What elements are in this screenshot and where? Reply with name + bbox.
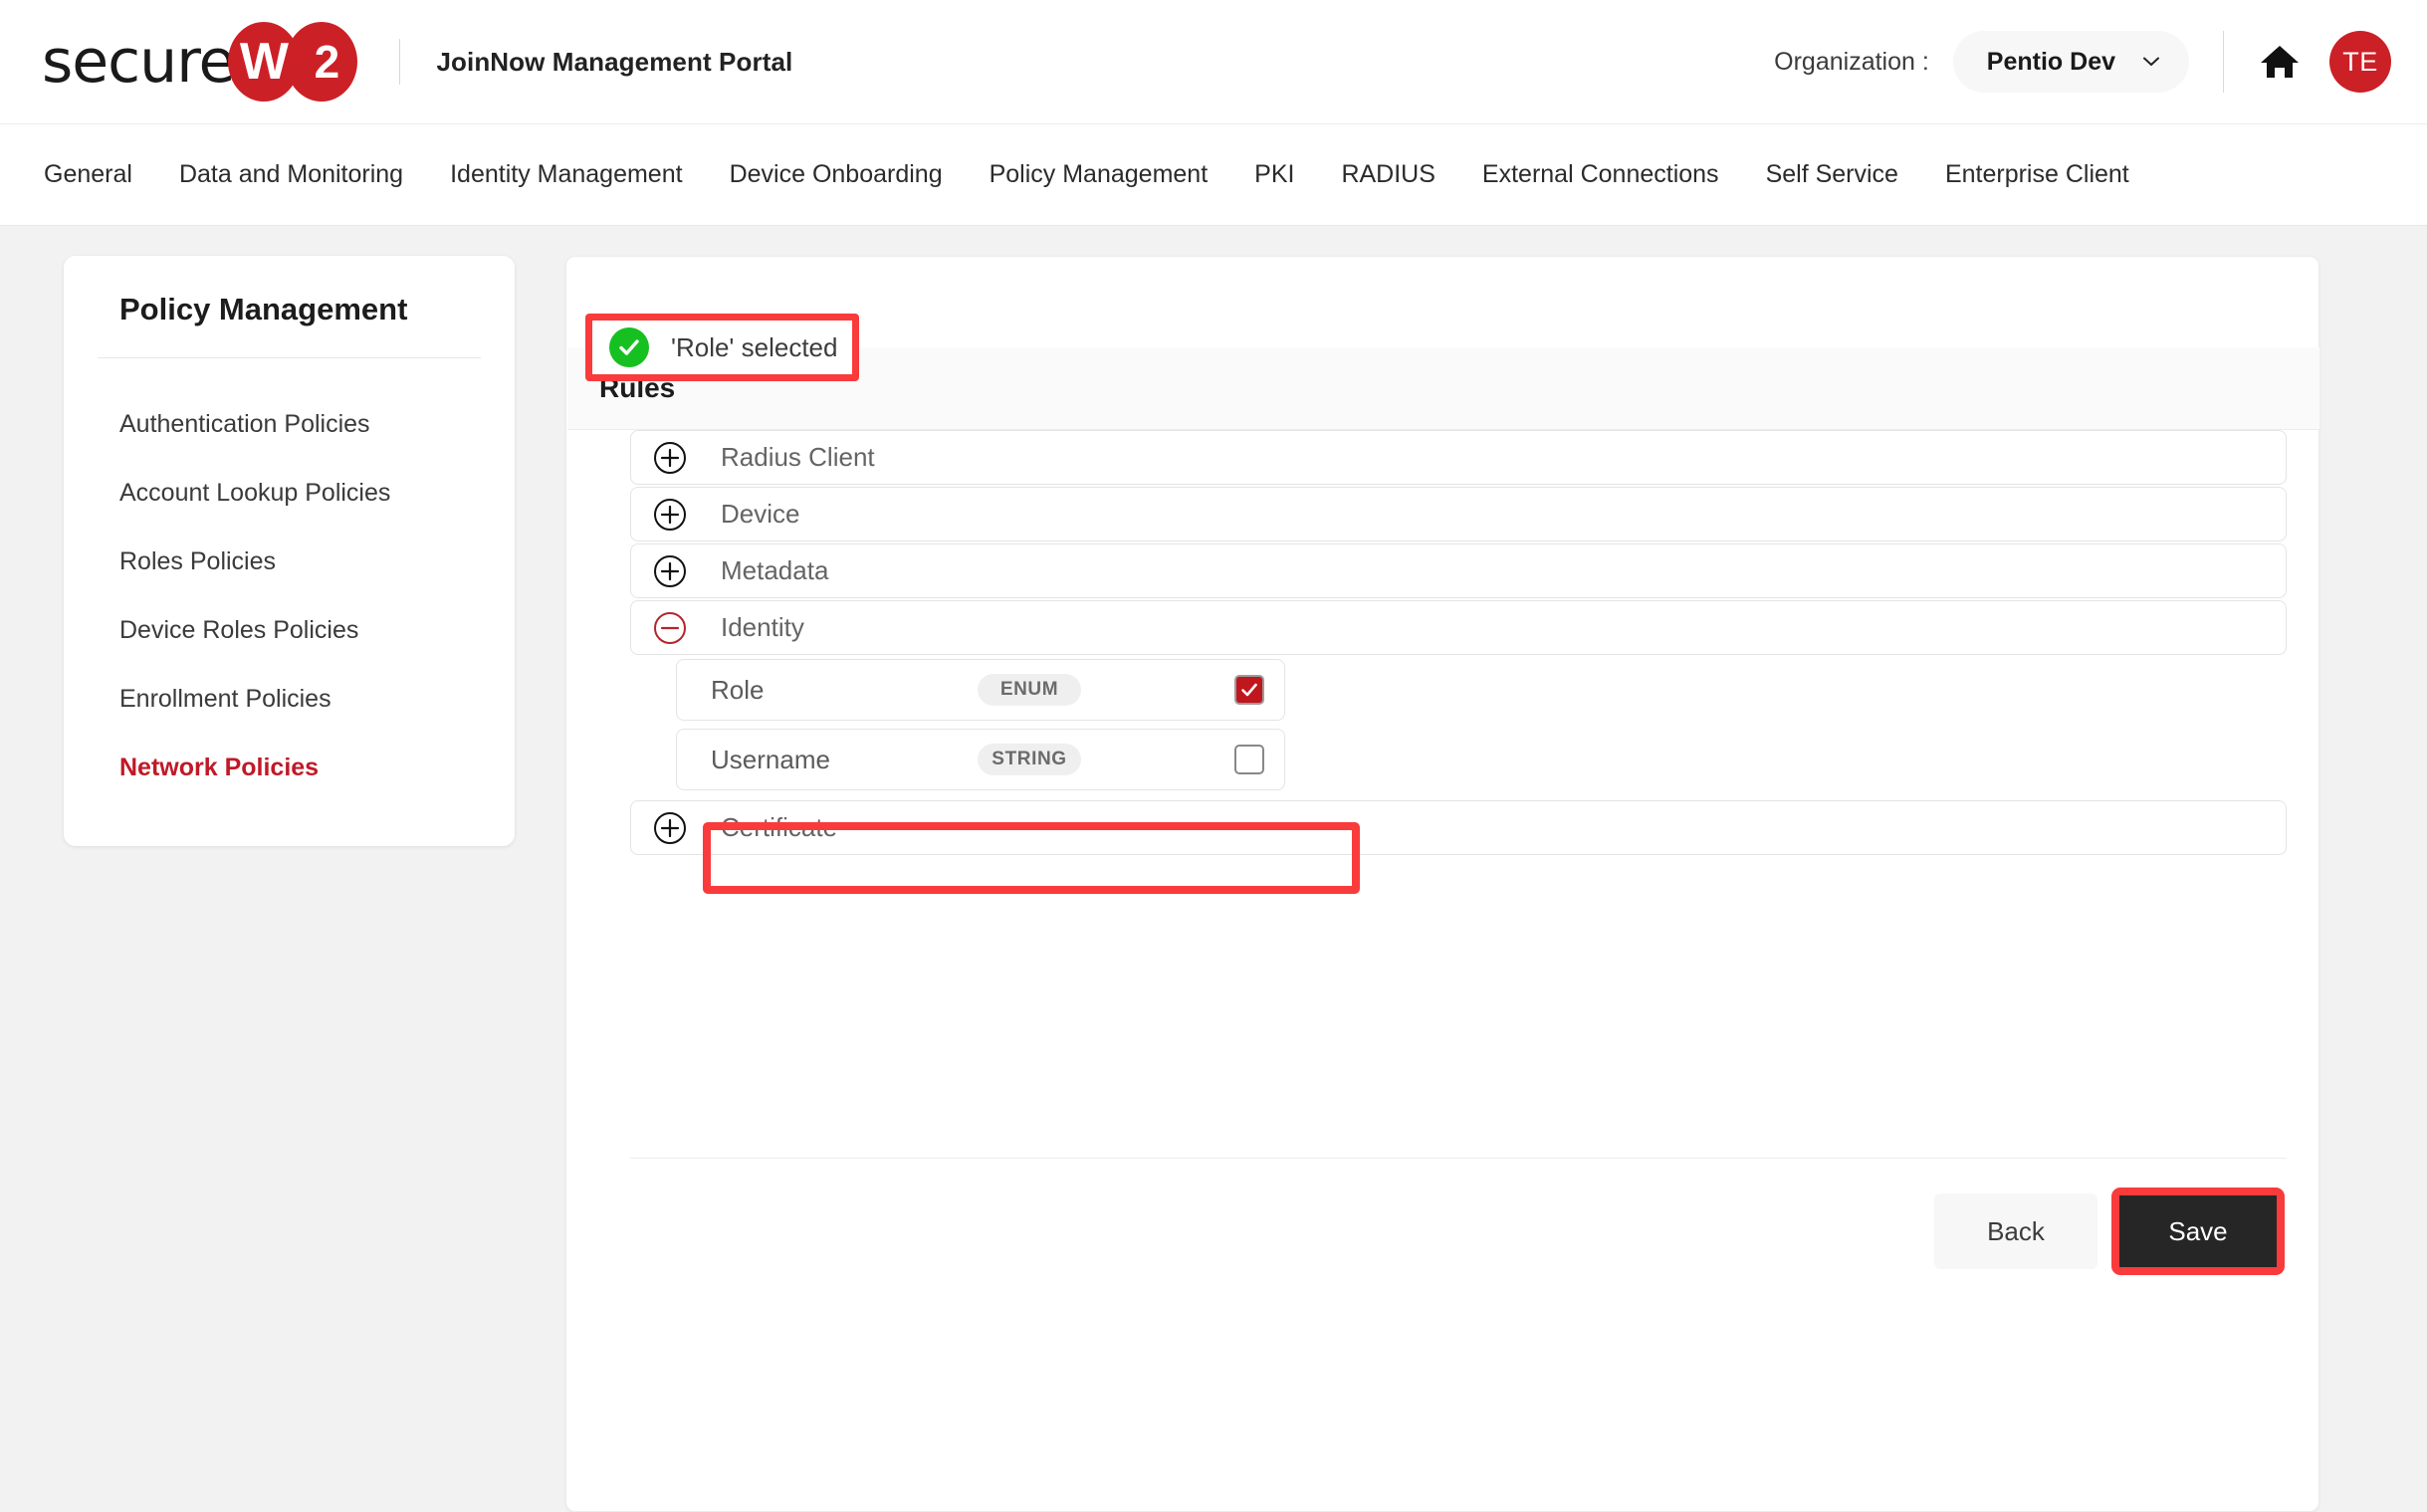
organization-value: Pentio Dev: [1987, 48, 2115, 77]
sidebar-item-authentication-policies[interactable]: Authentication Policies: [64, 390, 515, 459]
chevron-down-icon: [2141, 52, 2161, 72]
back-button[interactable]: Back: [1934, 1193, 2097, 1269]
attribute-checkbox-wrap: [1232, 745, 1266, 774]
nav-item-pki[interactable]: PKI: [1254, 160, 1294, 189]
accordion-identity[interactable]: Identity: [630, 600, 2287, 655]
attribute-row-username[interactable]: Username STRING: [676, 729, 1285, 790]
accordion-device[interactable]: Device: [630, 487, 2287, 541]
nav-item-self-service[interactable]: Self Service: [1766, 160, 1898, 189]
nav-item-device-onboarding[interactable]: Device Onboarding: [730, 160, 943, 189]
sidebar-title: Policy Management: [64, 292, 515, 327]
sidebar-item-enrollment-policies[interactable]: Enrollment Policies: [64, 665, 515, 734]
nav-item-enterprise-client[interactable]: Enterprise Client: [1945, 160, 2129, 189]
header-divider-2: [2223, 31, 2224, 93]
save-button[interactable]: Save: [2119, 1195, 2277, 1267]
plus-circle-icon: [653, 811, 687, 845]
organization-label: Organization :: [1774, 48, 1929, 77]
nav-item-external-connections[interactable]: External Connections: [1482, 160, 1719, 189]
user-avatar[interactable]: TE: [2329, 31, 2391, 93]
header-divider: [399, 39, 400, 85]
sidebar-item-device-roles-policies[interactable]: Device Roles Policies: [64, 596, 515, 665]
minus-circle-icon: [653, 611, 687, 645]
attribute-checkbox-role[interactable]: [1234, 675, 1264, 705]
accordion-certificate[interactable]: Certificate: [630, 800, 2287, 855]
accordion-label: Radius Client: [721, 442, 875, 473]
spacer: [566, 721, 2320, 729]
plus-circle-icon: [653, 441, 687, 475]
logo-letter-w: W: [228, 22, 300, 102]
sidebar-divider: [98, 357, 481, 358]
nav-item-policy-management[interactable]: Policy Management: [990, 160, 1209, 189]
nav-item-data-and-monitoring[interactable]: Data and Monitoring: [179, 160, 403, 189]
spacer: [566, 790, 2320, 800]
attribute-type-badge: ENUM: [978, 674, 1081, 706]
accordion-metadata[interactable]: Metadata: [630, 543, 2287, 598]
logo-wordmark: secure: [42, 32, 234, 92]
accordion-label: Certificate: [721, 812, 837, 843]
rules-accordion-list: Radius Client Device Metadata: [566, 430, 2320, 855]
success-alert-text: 'Role' selected: [671, 332, 837, 363]
attribute-label: Username: [711, 745, 978, 775]
attribute-checkbox-username[interactable]: [1234, 745, 1264, 774]
nav-item-general[interactable]: General: [44, 160, 132, 189]
accordion-label: Device: [721, 499, 799, 530]
accordion-radius-client[interactable]: Radius Client: [630, 430, 2287, 485]
organization-selector[interactable]: Pentio Dev: [1953, 31, 2189, 93]
portal-title: JoinNow Management Portal: [436, 47, 792, 78]
footer-actions: Back Save: [1934, 1188, 2285, 1275]
attribute-label: Role: [711, 675, 978, 706]
app-header: secure W 2 JoinNow Management Portal Org…: [0, 0, 2427, 123]
nav-item-identity-management[interactable]: Identity Management: [450, 160, 682, 189]
rules-card: Rules Radius Client Device: [565, 256, 2319, 1512]
rules-title: Rules: [599, 372, 675, 404]
attribute-checkbox-wrap: [1232, 675, 1266, 705]
sidebar-item-network-policies[interactable]: Network Policies: [64, 734, 515, 802]
save-button-highlight: Save: [2111, 1188, 2285, 1275]
attribute-type-badge: STRING: [978, 744, 1081, 775]
main-navigation: General Data and Monitoring Identity Man…: [0, 123, 2427, 226]
accordion-label: Identity: [721, 612, 804, 643]
success-alert: 'Role' selected: [591, 320, 853, 375]
policy-sidebar: Policy Management Authentication Policie…: [64, 256, 515, 846]
plus-circle-icon: [653, 498, 687, 532]
footer-divider: [630, 1158, 2287, 1159]
page-body: Policy Management Authentication Policie…: [0, 226, 2427, 1328]
sidebar-item-roles-policies[interactable]: Roles Policies: [64, 528, 515, 596]
home-icon[interactable]: [2258, 40, 2302, 84]
header-right-group: Organization : Pentio Dev TE: [1774, 31, 2391, 93]
logo-badge: W 2: [228, 22, 357, 102]
nav-item-radius[interactable]: RADIUS: [1341, 160, 1434, 189]
accordion-label: Metadata: [721, 555, 828, 586]
attribute-row-role[interactable]: Role ENUM: [676, 659, 1285, 721]
plus-circle-icon: [653, 554, 687, 588]
securew2-logo[interactable]: secure W 2: [42, 22, 357, 102]
check-circle-icon: [609, 327, 649, 367]
sidebar-item-account-lookup-policies[interactable]: Account Lookup Policies: [64, 459, 515, 528]
